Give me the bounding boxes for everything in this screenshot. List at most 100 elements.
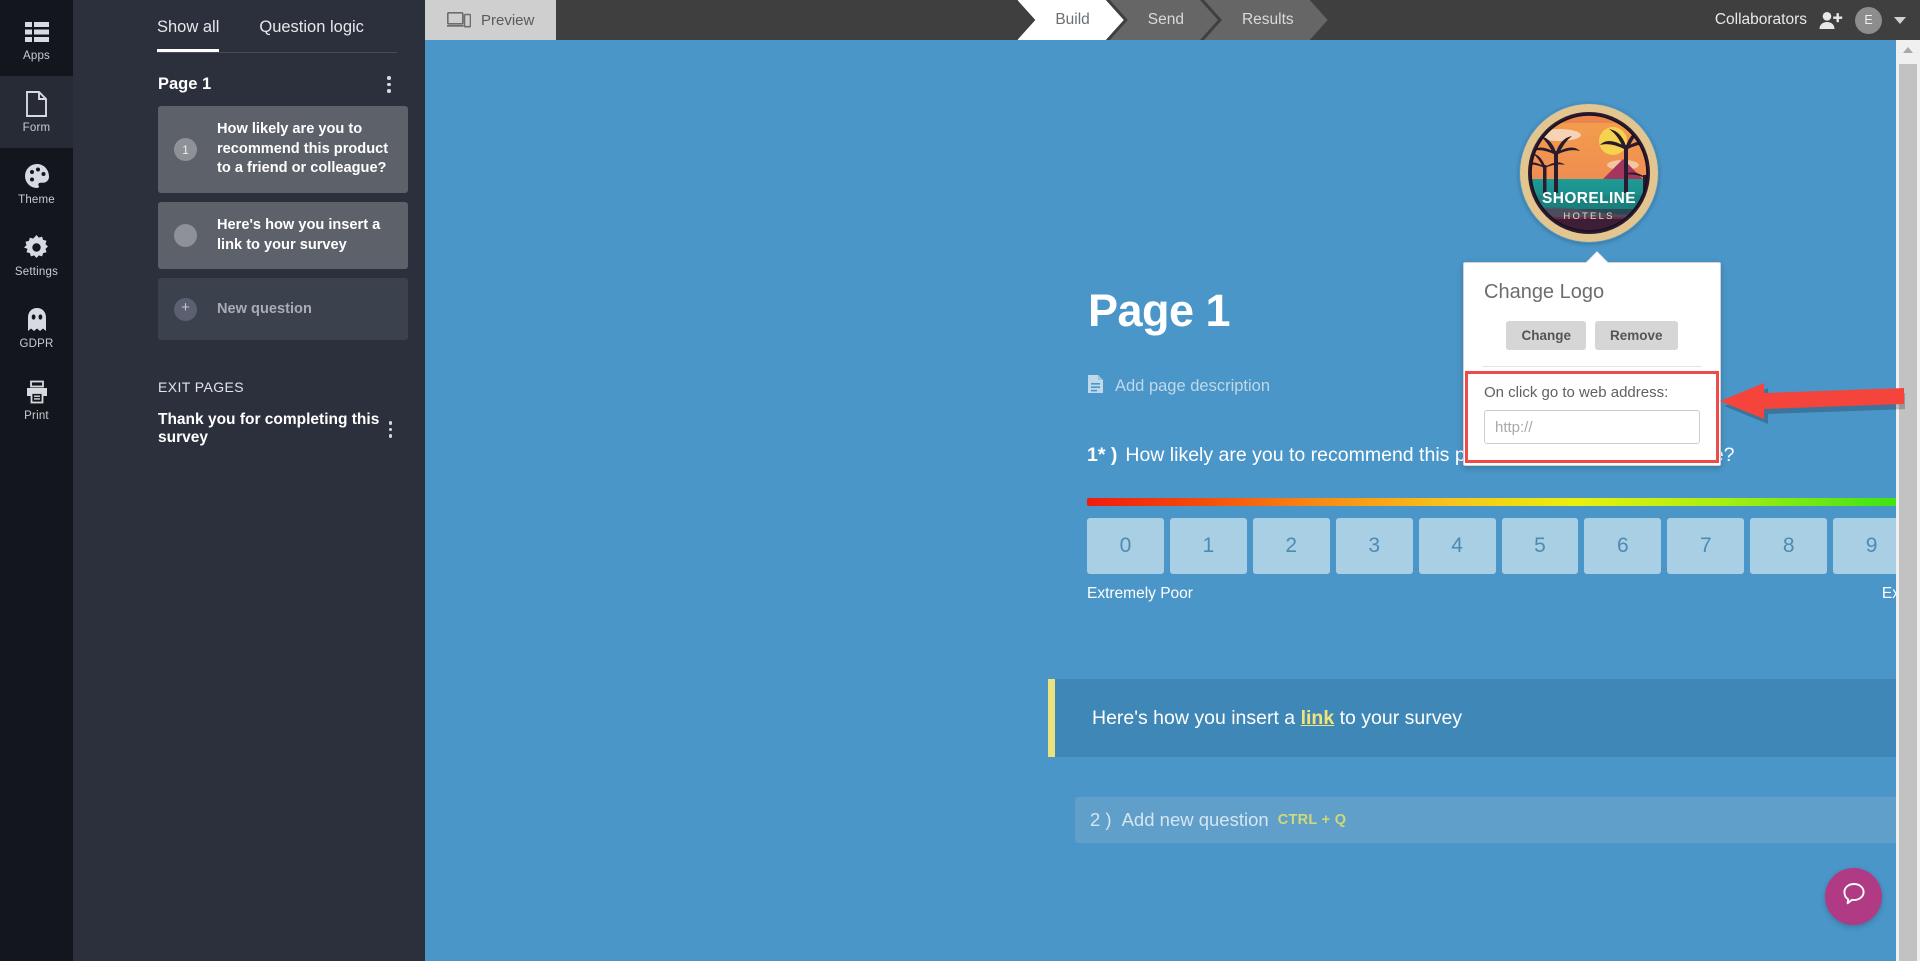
vertical-scrollbar[interactable] — [1896, 40, 1920, 961]
add-page-description-label: Add page description — [1115, 377, 1271, 395]
rail-item-gdpr[interactable]: GDPR — [0, 292, 73, 364]
nps-option-2[interactable]: 2 — [1252, 518, 1330, 574]
new-question-label: New question — [217, 300, 312, 317]
add-page-description-button[interactable]: Add page description — [1087, 374, 1270, 399]
nps-buttons: 0 1 2 3 4 5 6 7 8 9 10 — [1087, 518, 1920, 574]
list-item[interactable]: Here's how you insert a link to your sur… — [158, 202, 408, 270]
popup-arrow — [1586, 252, 1608, 263]
top-toolbar: Preview Build Send Results Collaborators… — [425, 0, 1920, 40]
rail-item-settings[interactable]: Settings — [0, 220, 73, 292]
web-address-highlight: On click go to web address: — [1465, 371, 1719, 463]
avatar[interactable]: E — [1855, 6, 1882, 34]
logo-image[interactable]: SHORELINE HOTELS — [1519, 103, 1659, 243]
add-question-shortcut: CTRL + Q — [1277, 812, 1347, 828]
step-build[interactable]: Build — [1017, 0, 1123, 40]
preview-label: Preview — [481, 11, 535, 29]
rail-item-apps[interactable]: Apps — [0, 4, 73, 76]
sidebar-page-header: Page 1 — [73, 53, 425, 106]
help-beacon-button[interactable] — [1825, 868, 1882, 925]
rail-label-theme: Theme — [18, 193, 55, 206]
nps-option-5[interactable]: 5 — [1501, 518, 1579, 574]
left-icon-rail: Apps Form Theme Settings GDPR Print — [0, 0, 73, 961]
nps-option-3[interactable]: 3 — [1335, 518, 1413, 574]
sidebar-page-title: Page 1 — [158, 75, 212, 93]
step-results[interactable]: Results — [1204, 0, 1328, 40]
ghost-icon — [24, 307, 50, 333]
nps-option-4[interactable]: 4 — [1418, 518, 1496, 574]
rail-label-gdpr: GDPR — [19, 337, 54, 350]
svg-text:HOTELS: HOTELS — [1563, 211, 1614, 222]
add-new-question-row[interactable]: 2 ) Add new question CTRL + Q — [1075, 797, 1920, 843]
remove-logo-button[interactable]: Remove — [1594, 321, 1678, 350]
question-number-badge: 1 — [174, 138, 197, 162]
collaborators-group: Collaborators E — [1715, 0, 1920, 40]
palette-icon — [24, 163, 50, 189]
nps-option-1[interactable]: 1 — [1169, 518, 1247, 574]
exit-page-options-kebab-icon[interactable] — [384, 421, 397, 438]
web-address-label: On click go to web address: — [1484, 384, 1669, 401]
exit-page-title: Thank you for completing this survey — [158, 411, 380, 447]
question-1-number: 1* ) — [1087, 444, 1118, 466]
nps-gradient-bar — [1087, 498, 1920, 506]
scrollbar-thumb[interactable] — [1899, 64, 1917, 961]
tab-show-all[interactable]: Show all — [157, 18, 220, 52]
question-label: How likely are you to recommend this pro… — [217, 121, 389, 177]
gear-icon — [24, 235, 50, 261]
annotation-arrow-icon — [1715, 378, 1908, 431]
message-text: Here's how you insert a link to your sur… — [1092, 707, 1462, 730]
exit-page-row[interactable]: Thank you for completing this survey — [73, 395, 425, 447]
add-person-icon[interactable] — [1819, 11, 1843, 30]
nps-rating-scale: 0 1 2 3 4 5 6 7 8 9 10 Extremely Poor Ex… — [1087, 498, 1920, 603]
chat-bubble-icon — [1841, 881, 1867, 912]
step-send[interactable]: Send — [1110, 0, 1218, 40]
collaborators-label[interactable]: Collaborators — [1715, 11, 1807, 29]
rail-item-print[interactable]: Print — [0, 364, 73, 436]
page-options-kebab-icon[interactable] — [381, 76, 397, 93]
page-description-icon — [1087, 374, 1104, 399]
rail-label-form: Form — [22, 121, 51, 134]
nps-option-7[interactable]: 7 — [1667, 518, 1745, 574]
message-link[interactable]: link — [1301, 707, 1335, 729]
workflow-steps: Build Send Results — [1017, 0, 1327, 40]
page-title[interactable]: Page 1 — [1088, 285, 1231, 337]
web-address-input[interactable] — [1484, 410, 1700, 444]
nps-low-label: Extremely Poor — [1087, 585, 1193, 602]
rail-label-print: Print — [24, 409, 49, 422]
message-text-before: Here's how you insert a — [1092, 706, 1301, 729]
tab-question-logic[interactable]: Question logic — [259, 18, 364, 52]
popup-title: Change Logo — [1484, 281, 1605, 303]
plus-icon: + — [174, 297, 197, 321]
new-question-button[interactable]: + New question — [158, 278, 408, 341]
exit-pages-heading: EXIT PAGES — [158, 379, 244, 396]
change-logo-popup: Change Logo Change Remove On click go to… — [1463, 252, 1721, 466]
preview-button[interactable]: Preview — [425, 0, 557, 40]
apps-grid-icon — [24, 19, 50, 45]
message-text-after: to your survey — [1334, 706, 1463, 729]
popup-divider — [1482, 366, 1702, 367]
sidebar-question-list: 1 How likely are you to recommend this p… — [73, 106, 425, 349]
question-label: Here's how you insert a link to your sur… — [217, 217, 381, 253]
nps-end-labels: Extremely Poor Extremely Good — [1087, 585, 1920, 603]
sidebar-tabs: Show all Question logic — [73, 0, 425, 52]
change-logo-button[interactable]: Change — [1506, 321, 1586, 350]
question-sidebar: Show all Question logic Page 1 1 How lik… — [73, 0, 425, 961]
scroll-up-arrow-icon[interactable] — [1903, 47, 1913, 53]
devices-icon — [447, 12, 471, 28]
main-area: Preview Build Send Results Collaborators… — [425, 0, 1920, 961]
document-icon — [24, 90, 50, 117]
rail-item-form[interactable]: Form — [0, 76, 73, 148]
message-block[interactable]: Here's how you insert a link to your sur… — [1048, 679, 1920, 757]
nps-option-6[interactable]: 6 — [1584, 518, 1662, 574]
rail-label-settings: Settings — [14, 265, 59, 278]
survey-logo[interactable]: SHORELINE HOTELS — [1519, 103, 1659, 243]
printer-icon — [24, 379, 50, 405]
add-question-label: Add new question — [1121, 809, 1269, 830]
nps-option-0[interactable]: 0 — [1087, 518, 1164, 574]
list-item[interactable]: 1 How likely are you to recommend this p… — [158, 106, 408, 194]
survey-builder-app: Apps Form Theme Settings GDPR Print Show… — [0, 0, 1920, 961]
nps-option-8[interactable]: 8 — [1750, 518, 1828, 574]
survey-canvas: SHORELINE HOTELS Page 1 Add page descrip… — [425, 40, 1920, 961]
rail-item-theme[interactable]: Theme — [0, 148, 73, 220]
chevron-down-icon[interactable] — [1894, 16, 1906, 24]
message-bullet-badge — [174, 224, 197, 248]
